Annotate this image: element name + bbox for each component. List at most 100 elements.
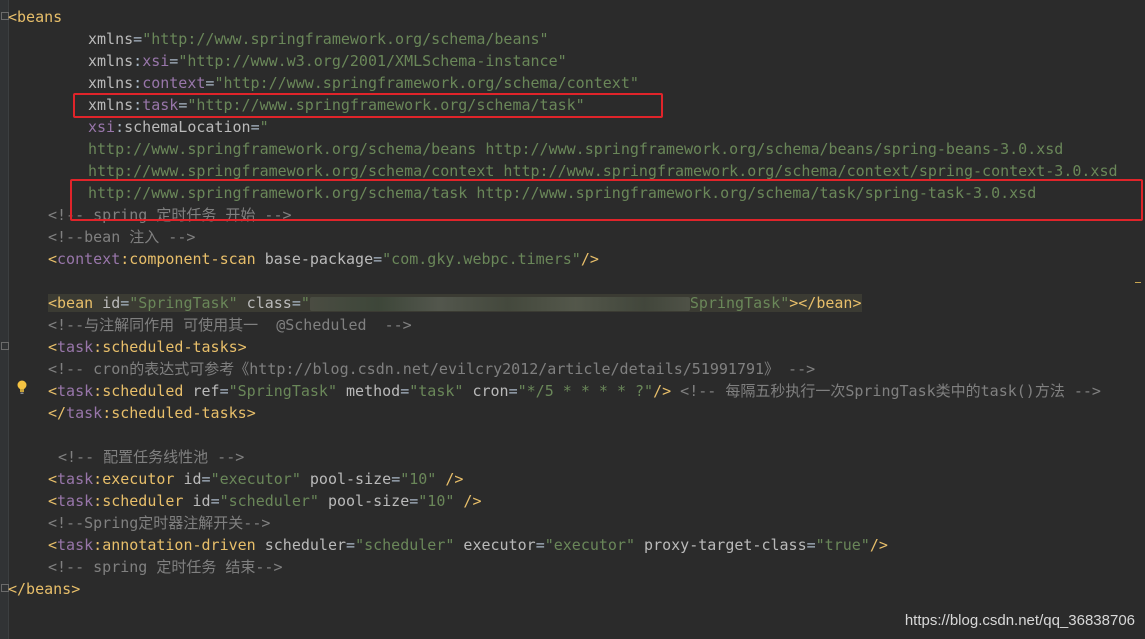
code-line: <task:scheduler id="scheduler" pool-size… (0, 490, 1145, 512)
tag-name: annotation-driven (102, 536, 256, 554)
code-line: <!-- cron的表达式可参考《http://blog.csdn.net/ev… (0, 358, 1145, 380)
tag-open: </ (48, 404, 67, 422)
attr-name: id (93, 294, 121, 312)
tag-open: < (48, 250, 58, 268)
code-editor[interactable]: <beans xmlns="http://www.springframework… (0, 0, 1145, 639)
comment: <!-- 每隔五秒执行一次SpringTask类中的task()方法 --> (671, 382, 1101, 400)
tag-close: /> (454, 492, 482, 510)
namespace: task (142, 96, 179, 114)
tag-open: < (48, 382, 58, 400)
comment: <!-- spring 定时任务 结束--> (48, 558, 283, 576)
attr-value: "executor" (544, 536, 636, 554)
tag-open: < (48, 492, 58, 510)
attr-value: "SpringTask" (228, 382, 337, 400)
code-line: <context:component-scan base-package="co… (0, 248, 1145, 270)
code-content[interactable]: <beans xmlns="http://www.springframework… (0, 6, 1145, 600)
attr-name: proxy-target-class (635, 536, 807, 554)
punct: = (291, 294, 301, 312)
attr-name: pool-size (300, 470, 392, 488)
attr-value: "com.gky.webpc.timers" (382, 250, 581, 268)
attr-name: id (174, 470, 202, 488)
tag-close: > (246, 404, 256, 422)
punct: : (102, 404, 112, 422)
attr-name: xmlns (88, 52, 134, 70)
attr-value: "task" (409, 382, 464, 400)
namespace: task (57, 536, 94, 554)
attr-value: "http://www.springframework.org/schema/b… (142, 30, 549, 48)
attr-value: "executor" (210, 470, 301, 488)
tag-name: executor (102, 470, 175, 488)
attr-value: "scheduler" (219, 492, 319, 510)
namespace: context (142, 74, 206, 92)
tag-name: scheduler (102, 492, 184, 510)
punct: = (120, 294, 130, 312)
punct: : (120, 250, 130, 268)
attr-name: class (237, 294, 292, 312)
attr-value: "http://www.springframework.org/schema/t… (187, 96, 585, 114)
comment: <!-- spring 定时任务 开始 --> (48, 206, 292, 224)
attr-name: id (183, 492, 211, 510)
punct: : (133, 96, 143, 114)
attr-value: "http://www.springframework.org/schema/c… (214, 74, 639, 92)
highlighted-bean: <bean id="SpringTask" class=" SpringTask"… (48, 294, 862, 312)
namespace: task (57, 382, 94, 400)
punct: = (133, 30, 143, 48)
attr-name: method (337, 382, 401, 400)
lightbulb-icon[interactable] (16, 379, 28, 395)
comment: <!-- cron的表达式可参考《http://blog.csdn.net/ev… (48, 360, 816, 378)
punct: : (93, 338, 103, 356)
code-line: <!--Spring定时器注解开关--> (0, 512, 1145, 534)
tag-open: <beans (8, 8, 63, 26)
code-line: <task:scheduled ref="SpringTask" method=… (0, 380, 1145, 402)
tag-close: > (237, 338, 247, 356)
code-line: xmlns="http://www.springframework.org/sc… (0, 28, 1145, 50)
code-line: xmlns:task="http://www.springframework.o… (0, 94, 1145, 116)
attr-name: xmlns (88, 30, 134, 48)
punct: : (93, 382, 103, 400)
namespace: context (57, 250, 121, 268)
namespace: xsi (88, 118, 116, 136)
attr-name: cron (463, 382, 509, 400)
attr-value: " (300, 294, 310, 312)
tag-open: < (48, 338, 58, 356)
blurred-package-name (309, 296, 690, 311)
tag-name: scheduled-tasks (111, 404, 247, 422)
comment: <!--bean 注入 --> (48, 228, 196, 246)
comment: <!--Spring定时器注解开关--> (48, 514, 271, 532)
punct: = (400, 382, 410, 400)
attr-name: xmlns (88, 74, 134, 92)
code-line: http://www.springframework.org/schema/co… (0, 160, 1145, 182)
attr-value: "SpringTask" (129, 294, 238, 312)
punct: = (178, 96, 188, 114)
punct: : (93, 470, 103, 488)
punct: = (250, 118, 260, 136)
namespace: task (57, 338, 94, 356)
code-line: http://www.springframework.org/schema/ta… (0, 182, 1145, 204)
punct: : (133, 74, 143, 92)
attr-name: pool-size (318, 492, 410, 510)
attr-name: ref (183, 382, 220, 400)
tag-close: /> (869, 536, 888, 554)
code-line: xmlns:xsi="http://www.w3.org/2001/XMLSch… (0, 50, 1145, 72)
punct: = (346, 536, 356, 554)
code-line: </beans> (0, 578, 1145, 600)
punct: = (210, 492, 220, 510)
tag-open: < (48, 470, 58, 488)
comment: <!--与注解同作用 可使用其一 @Scheduled --> (48, 316, 412, 334)
punct: = (391, 470, 401, 488)
namespace: task (57, 470, 94, 488)
namespace: task (57, 492, 94, 510)
attr-value: "10" (400, 470, 437, 488)
error-stripe-marker (1135, 282, 1141, 283)
code-line: <task:executor id="executor" pool-size="… (0, 468, 1145, 490)
code-line: xmlns:context="http://www.springframewor… (0, 72, 1145, 94)
attr-name: executor (454, 536, 536, 554)
attr-value: "10" (418, 492, 455, 510)
code-line: <!--bean 注入 --> (0, 226, 1145, 248)
punct: : (93, 492, 103, 510)
punct: = (535, 536, 545, 554)
attr-value: http://www.springframework.org/schema/co… (88, 162, 1118, 180)
punct: = (409, 492, 419, 510)
code-line: <beans (0, 6, 1145, 28)
